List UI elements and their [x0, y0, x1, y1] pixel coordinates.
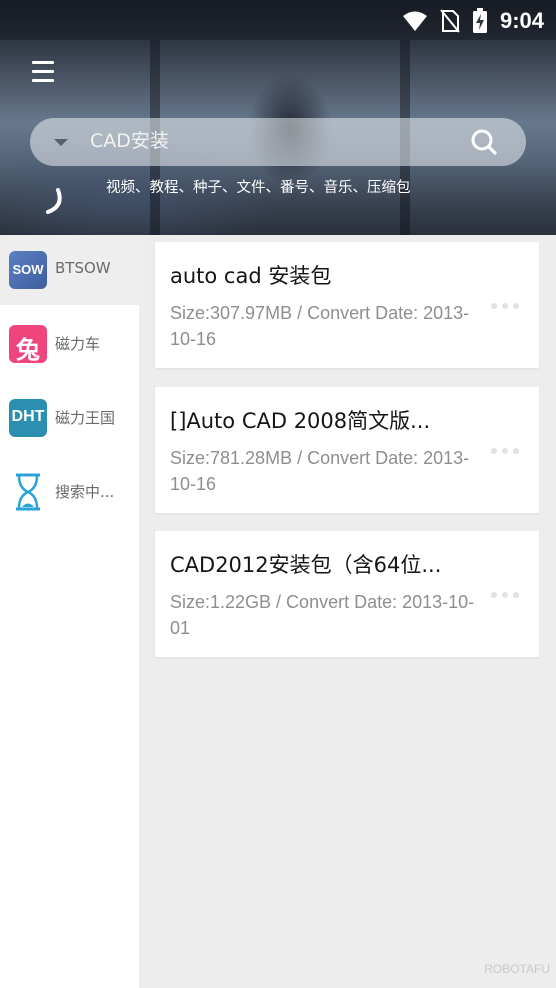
more-options-icon[interactable]: [491, 589, 523, 601]
sidebar-item-cilicar[interactable]: 兔 磁力车: [0, 309, 139, 379]
decorative-swirl: [46, 188, 62, 214]
status-bar: 9:04: [0, 0, 556, 40]
search-icon[interactable]: [470, 128, 498, 156]
search-hint: 视频、教程、种子、文件、番号、音乐、压缩包: [106, 180, 411, 196]
sidebar-item-btsow[interactable]: SOW BTSOW: [0, 235, 139, 305]
wifi-icon: [402, 11, 427, 31]
header-banner: 9:04 CAD安装 视频、教程、种子、文件、番号、音乐、压缩包: [0, 0, 556, 235]
sidebar-item-label: BTSOW: [55, 259, 111, 277]
result-title: CAD2012安装包（含64位...: [170, 553, 442, 577]
battery-charging-icon: [472, 8, 487, 33]
more-options-icon[interactable]: [491, 300, 523, 312]
result-card[interactable]: []Auto CAD 2008简文版... Size:781.28MB / Co…: [155, 387, 539, 513]
sidebar-item-searching[interactable]: 搜索中...: [0, 457, 139, 527]
sidebar-item-label: 磁力王国: [55, 409, 116, 427]
search-input[interactable]: CAD安装: [90, 126, 169, 153]
result-title: auto cad 安装包: [170, 264, 332, 288]
result-meta: Size:307.97MB / Convert Date: 2013-10-16: [170, 303, 470, 349]
watermark: ROBOTAFU: [484, 962, 550, 976]
btsow-logo-icon: SOW: [9, 251, 47, 289]
hourglass-icon: [16, 473, 40, 511]
result-card[interactable]: auto cad 安装包 Size:307.97MB / Convert Dat…: [155, 242, 539, 368]
no-sim-icon: [440, 9, 460, 33]
status-time: 9:04: [499, 8, 544, 33]
caret-down-icon[interactable]: [54, 139, 68, 146]
source-sidebar: SOW BTSOW 兔 磁力车 DHT 磁力王国 搜索中...: [0, 235, 139, 988]
dht-logo-icon: DHT: [9, 399, 47, 437]
sidebar-item-cili-kingdom[interactable]: DHT 磁力王国: [0, 383, 139, 453]
more-options-icon[interactable]: [491, 445, 523, 457]
sidebar-item-label: 磁力车: [55, 335, 101, 353]
sidebar-item-label: 搜索中...: [55, 483, 115, 501]
hamburger-menu-icon[interactable]: [28, 58, 60, 86]
result-meta: Size:781.28MB / Convert Date: 2013-10-16: [170, 448, 470, 494]
result-card[interactable]: CAD2012安装包（含64位... Size:1.22GB / Convert…: [155, 531, 539, 657]
result-meta: Size:1.22GB / Convert Date: 2013-10-01: [170, 592, 475, 638]
result-title: []Auto CAD 2008简文版...: [170, 409, 431, 433]
rabbit-logo-icon: 兔: [9, 325, 47, 364]
search-bar[interactable]: CAD安装: [30, 118, 526, 166]
